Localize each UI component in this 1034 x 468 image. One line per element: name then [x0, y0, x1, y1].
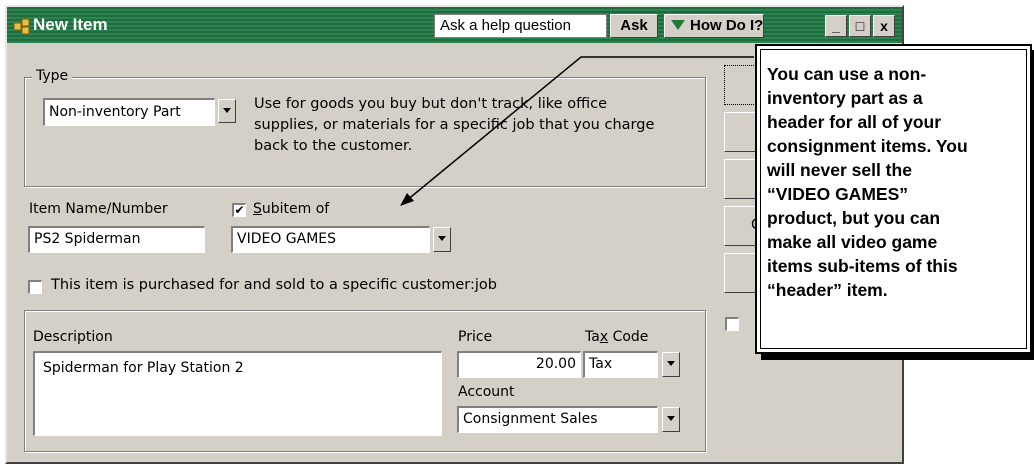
callout-line: “VIDEO GAMES” [767, 184, 908, 204]
callout-line: You can use a non- [767, 64, 927, 84]
callout-line: consignment items. You [767, 136, 968, 156]
callout-line: will never sell the [767, 160, 912, 180]
callout-box: You can use a non- inventory part as a h… [755, 44, 1032, 354]
callout-line: header for all of your [767, 112, 942, 132]
callout-line: “header” item. [767, 280, 888, 300]
callout-line: product, but you can [767, 208, 941, 228]
callout-text: You can use a non- inventory part as a h… [767, 62, 1019, 302]
callout-line: inventory part as a [767, 88, 923, 108]
callout-line: items sub-items of this [767, 256, 958, 276]
callout-line: make all video game [767, 232, 938, 252]
